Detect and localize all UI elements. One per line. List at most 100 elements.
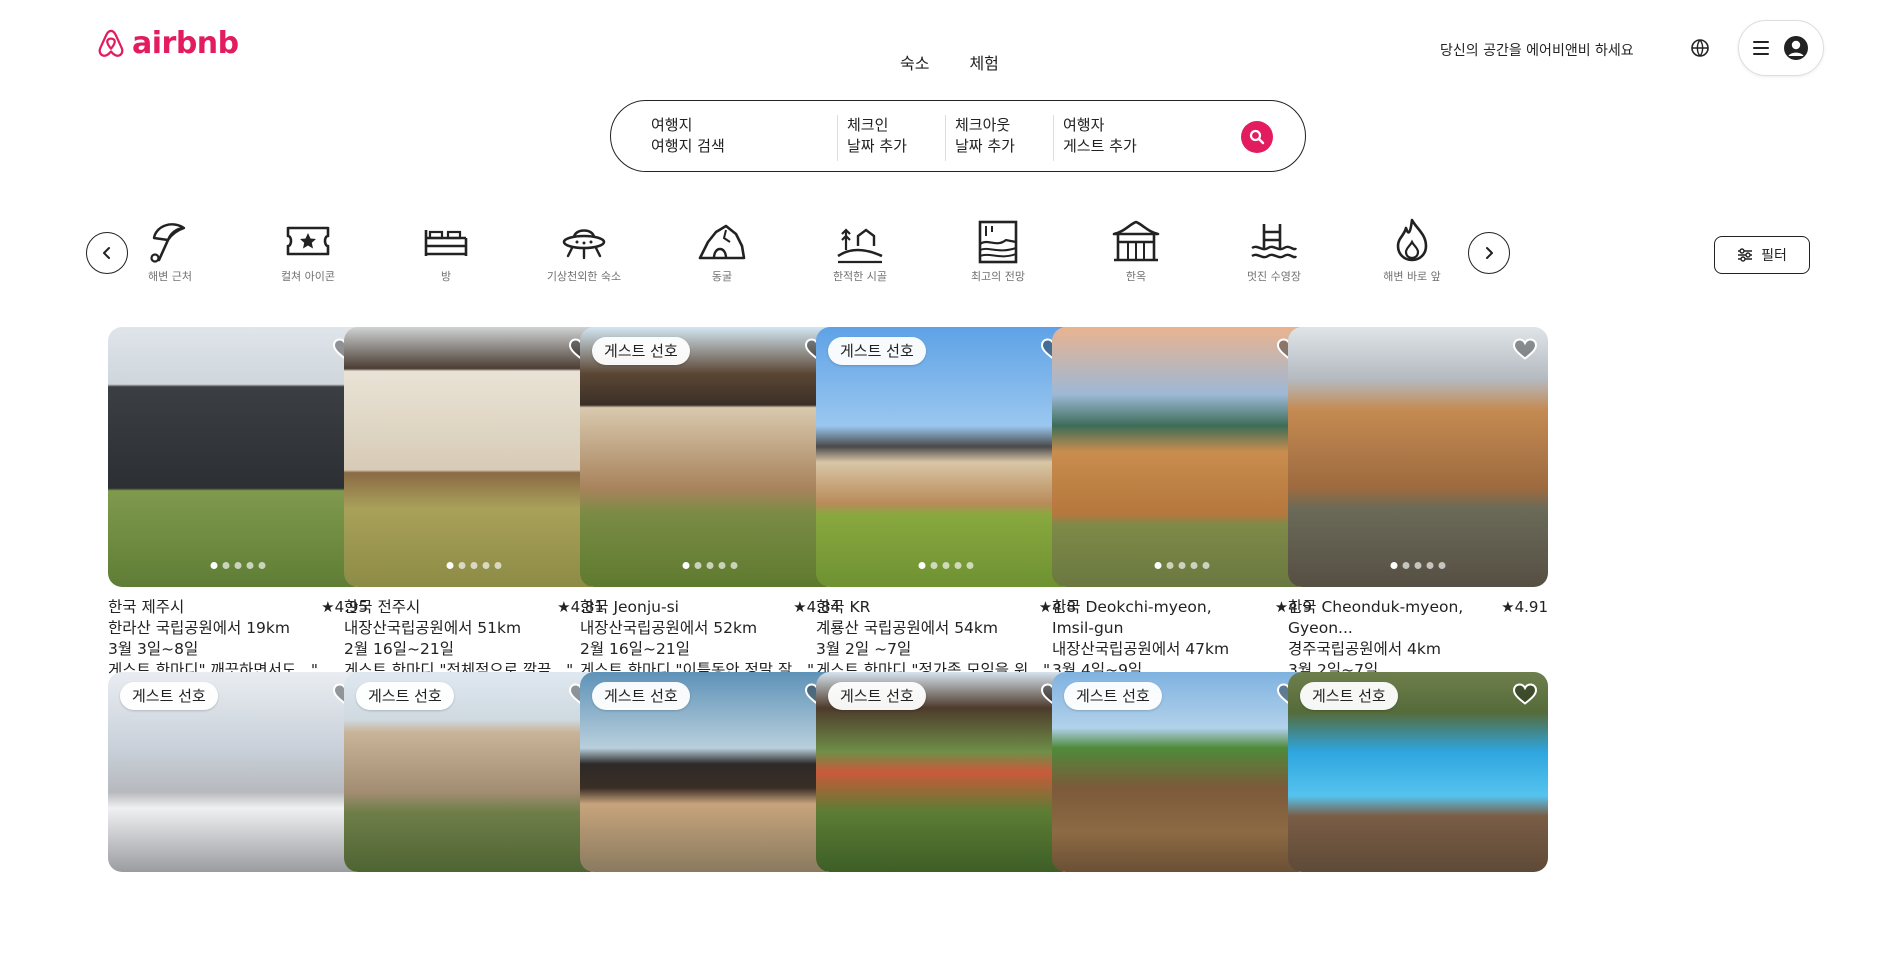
heart-icon[interactable]	[1512, 682, 1538, 706]
listing-location: 한국 Deokchi-myeon, Imsil-gun	[1052, 598, 1212, 637]
view-icon	[978, 220, 1018, 264]
listing-photo[interactable]: 게스트 선호	[580, 327, 840, 587]
listing-photo[interactable]: 게스트 선호	[1288, 672, 1548, 872]
category-amazing-pools[interactable]: 멋진 수영장	[1204, 216, 1344, 284]
listing-card[interactable]: 게스트 선호	[580, 672, 840, 872]
divider	[945, 115, 946, 161]
search-button[interactable]	[1241, 121, 1273, 153]
listing-photo[interactable]	[344, 327, 604, 587]
checkin-label: 체크인	[847, 116, 889, 134]
listing-rating: ★4.91	[1501, 598, 1548, 616]
globe-icon[interactable]	[1690, 38, 1710, 58]
flame-icon	[1396, 218, 1428, 262]
guest-favorite-badge: 게스트 선호	[1300, 682, 1398, 710]
listing-distance: 내장산국립공원에서 47km	[1052, 640, 1230, 658]
listing-photo[interactable]	[1052, 327, 1312, 587]
listing-card[interactable]: 게스트 선호 한국 KR ★4.8 계룡산 국립공원에서 54km 3월 2일 ~7일 게…	[816, 327, 1076, 702]
guest-favorite-badge: 게스트 선호	[828, 337, 926, 365]
tab-stays[interactable]: 숙소	[900, 50, 929, 74]
category-caves[interactable]: 동굴	[652, 216, 792, 284]
photo-pager-dots[interactable]	[1390, 562, 1446, 569]
brand-name: airbnb	[132, 26, 239, 61]
guests-field[interactable]: 여행자 게스트 추가	[1063, 115, 1137, 157]
category-beach[interactable]: 해변 근처	[100, 216, 240, 284]
category-unusual[interactable]: 기상천외한 숙소	[514, 216, 654, 284]
category-rooms[interactable]: 방	[376, 216, 516, 284]
listing-card[interactable]: 한국 Cheonduk-myeon, Gyeon... ★4.91 경주국립공원에서…	[1288, 327, 1548, 723]
photo-pager-dots[interactable]	[1154, 562, 1210, 569]
guests-value[interactable]: 게스트 추가	[1063, 136, 1137, 157]
guest-favorite-badge: 게스트 선호	[120, 682, 218, 710]
tab-experiences[interactable]: 체험	[969, 50, 998, 74]
listing-image	[580, 327, 840, 587]
listing-card[interactable]: 게스트 선호	[344, 672, 604, 872]
destination-input[interactable]: 여행지 검색	[651, 136, 725, 157]
ufo-icon	[562, 229, 606, 260]
header: airbnb 숙소 체험 당신의 공간을 에어비앤비 하세요 여행지 여행지 검…	[0, 0, 1901, 172]
category-next-button[interactable]	[1468, 232, 1510, 274]
checkin-field[interactable]: 체크인 날짜 추가	[847, 115, 907, 157]
category-culture-icons[interactable]: 컬쳐 아이콘	[238, 216, 378, 284]
photo-pager-dots[interactable]	[210, 562, 266, 569]
listing-card[interactable]: 게스트 선호	[1288, 672, 1548, 872]
listing-photo[interactable]	[1288, 327, 1548, 587]
guest-favorite-badge: 게스트 선호	[1064, 682, 1162, 710]
cave-icon	[698, 224, 746, 260]
category-label: 해변 바로 앞	[1383, 270, 1441, 283]
checkout-value[interactable]: 날짜 추가	[955, 136, 1015, 157]
countryside-icon	[837, 228, 883, 264]
category-label: 한적한 시골	[832, 270, 888, 283]
divider	[1053, 115, 1054, 161]
search-bar: 여행지 여행지 검색 체크인 날짜 추가 체크아웃 날짜 추가 여행자 게스트 …	[610, 100, 1306, 172]
heart-icon[interactable]	[1512, 337, 1538, 361]
host-link[interactable]: 당신의 공간을 에어비앤비 하세요	[1440, 40, 1634, 60]
filter-button[interactable]: 필터	[1714, 236, 1810, 274]
listing-image	[108, 327, 368, 587]
bed-icon	[424, 230, 468, 256]
category-label: 멋진 수영장	[1246, 270, 1302, 283]
listing-dates: 2월 16일~21일	[580, 640, 691, 658]
checkin-value[interactable]: 날짜 추가	[847, 136, 907, 157]
listing-dates: 2월 16일~21일	[344, 640, 455, 658]
listing-photo[interactable]: 게스트 선호	[344, 672, 604, 872]
listing-image	[344, 327, 604, 587]
category-label: 기상천외한 숙소	[546, 270, 622, 283]
pool-icon	[1251, 224, 1298, 259]
hamburger-icon	[1753, 41, 1769, 55]
photo-pager-dots[interactable]	[918, 562, 974, 569]
category-beachfront[interactable]: 해변 바로 앞	[1342, 216, 1482, 284]
listing-card[interactable]: 한국 전주시 ★4.81 내장산국립공원에서 51km 2월 16일~21일 게스트 한…	[344, 327, 604, 702]
user-menu-button[interactable]	[1738, 20, 1824, 76]
airbnb-logo[interactable]: airbnb	[96, 26, 239, 61]
category-amazing-views[interactable]: 최고의 전망	[928, 216, 1068, 284]
destination-label: 여행지	[651, 116, 693, 134]
listing-photo[interactable]: 게스트 선호	[108, 672, 368, 872]
listing-card[interactable]: 게스트 선호	[816, 672, 1076, 872]
airbnb-logo-icon	[98, 29, 124, 57]
listing-card[interactable]: 한국 Deokchi-myeon, Imsil-gun ★4.9 내장산국립공원에서…	[1052, 327, 1312, 723]
sliders-icon	[1738, 248, 1753, 262]
listing-card[interactable]: 게스트 선호 한국 Jeonju-si ★4.84 내장산국립공원에서 52km 2월 …	[580, 327, 840, 702]
checkout-label: 체크아웃	[955, 116, 1011, 134]
listing-image	[1052, 327, 1312, 587]
destination-field[interactable]: 여행지 여행지 검색	[651, 115, 725, 157]
listing-photo[interactable]: 게스트 선호	[580, 672, 840, 872]
listing-card[interactable]: 한국 제주시 ★4.95 한라산 국립공원에서 19km 3월 3일~8일 게스트 한마…	[108, 327, 368, 702]
listing-dates: 3월 2일 ~7일	[816, 640, 912, 658]
search-icon	[1249, 129, 1265, 145]
photo-pager-dots[interactable]	[446, 562, 502, 569]
listing-photo[interactable]: 게스트 선호	[1052, 672, 1312, 872]
category-bar: 해변 근처 컬쳐 아이콘 방 기상천외한 숙소 동굴 한적한 시골 최고의 전망…	[0, 210, 1901, 290]
checkout-field[interactable]: 체크아웃 날짜 추가	[955, 115, 1015, 157]
listing-photo[interactable]: 게스트 선호	[816, 672, 1076, 872]
listing-photo[interactable]: 게스트 선호	[816, 327, 1076, 587]
category-countryside[interactable]: 한적한 시골	[790, 216, 930, 284]
listing-photo[interactable]	[108, 327, 368, 587]
category-hanok[interactable]: 한옥	[1066, 216, 1206, 284]
beach-umbrella-icon	[150, 223, 186, 263]
listing-card[interactable]: 게스트 선호	[1052, 672, 1312, 872]
photo-pager-dots[interactable]	[682, 562, 738, 569]
listing-card[interactable]: 게스트 선호	[108, 672, 368, 872]
top-tabs: 숙소 체험	[900, 50, 999, 74]
guest-favorite-badge: 게스트 선호	[592, 682, 690, 710]
